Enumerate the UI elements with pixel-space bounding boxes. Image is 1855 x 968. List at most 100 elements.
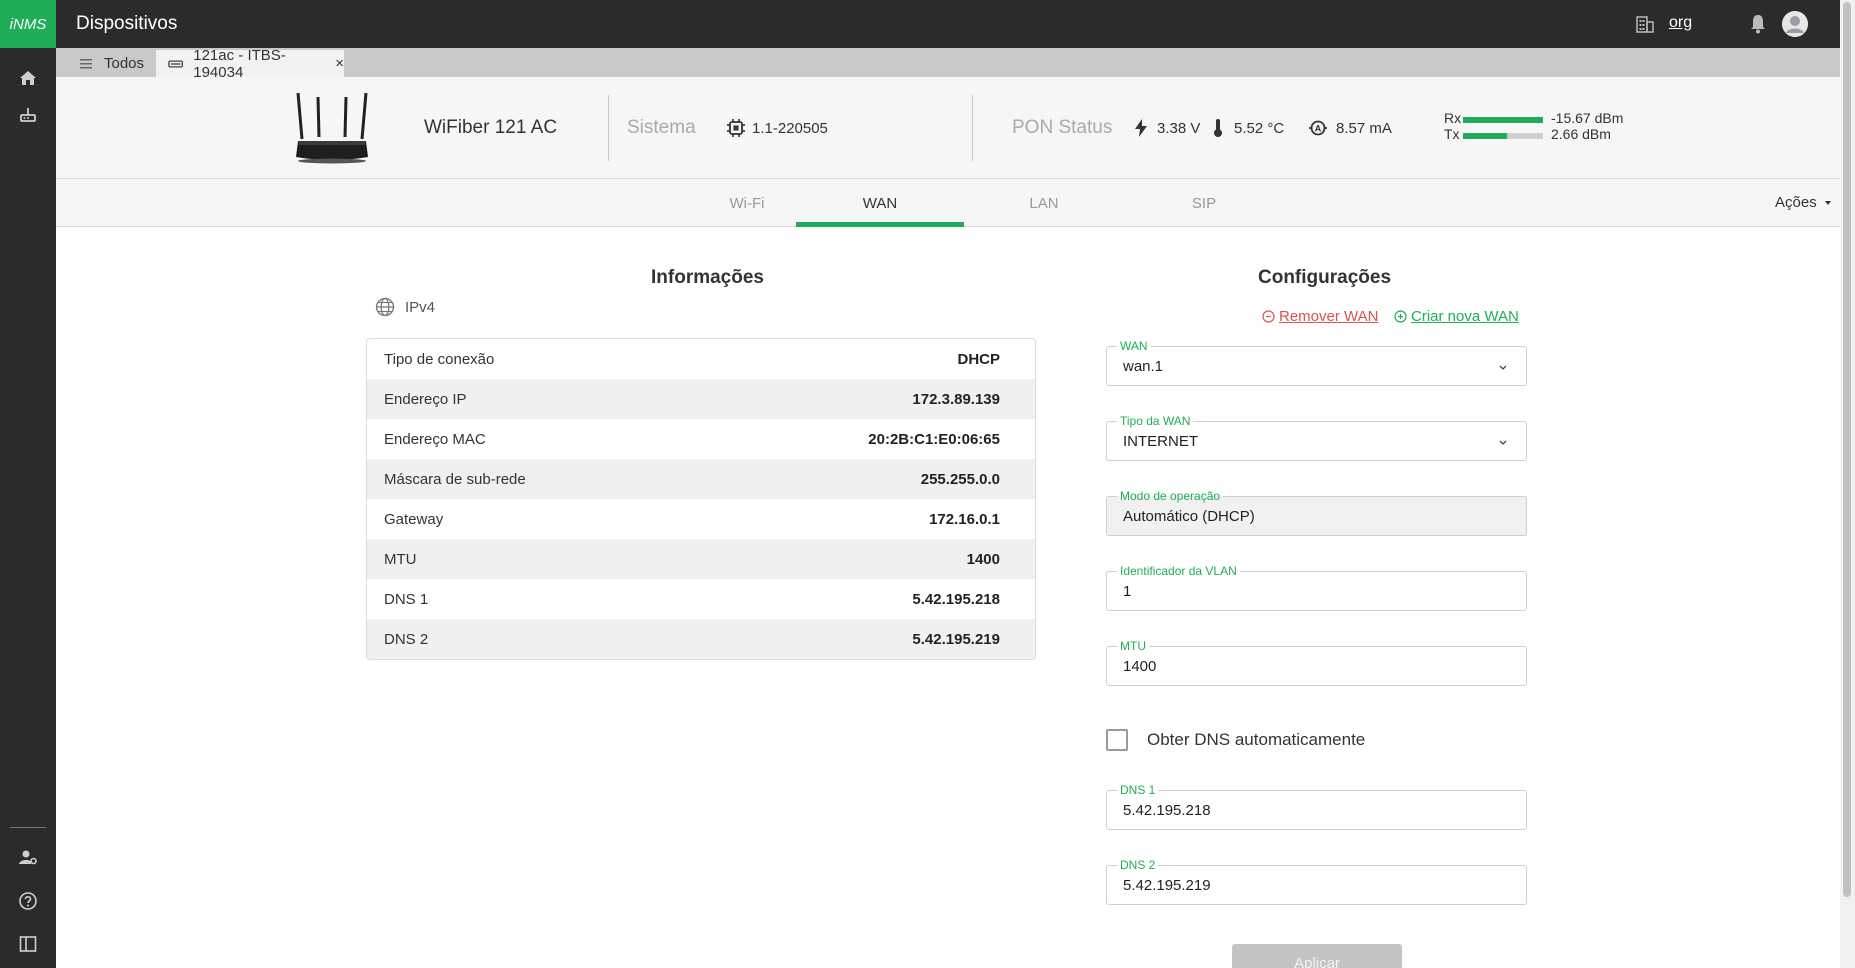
page-title: Dispositivos bbox=[76, 13, 178, 34]
firmware-version: 1.1-220505 bbox=[752, 120, 828, 137]
row-key: Gateway bbox=[384, 510, 444, 528]
device-icon bbox=[168, 59, 183, 68]
vlan-id-field[interactable]: Identificador da VLAN 1 bbox=[1106, 564, 1527, 611]
table-row: DNS 1 5.42.195.218 bbox=[367, 579, 1035, 619]
row-key: Tipo de conexão bbox=[384, 350, 495, 368]
dns2-field[interactable]: DNS 2 5.42.195.219 bbox=[1106, 858, 1527, 905]
active-tab-indicator bbox=[796, 222, 964, 227]
dns2-label: DNS 2 bbox=[1117, 858, 1159, 872]
page-scrollbar[interactable] bbox=[1840, 0, 1855, 968]
sidebar bbox=[0, 48, 56, 968]
table-row: Gateway 172.16.0.1 bbox=[367, 499, 1035, 539]
router-icon[interactable] bbox=[18, 104, 38, 124]
ipv4-label-row: IPv4 bbox=[375, 297, 435, 317]
user-icon bbox=[1782, 11, 1808, 37]
remove-wan-label: Remover WAN bbox=[1279, 308, 1379, 325]
device-header: WiFiber 121 AC Sistema 1.1-220505 PON St… bbox=[56, 77, 1840, 179]
row-value: 5.42.195.218 bbox=[912, 590, 1000, 608]
collapse-sidebar-icon[interactable] bbox=[18, 934, 38, 954]
sistema-label: Sistema bbox=[627, 117, 696, 138]
table-row: DNS 2 5.42.195.219 bbox=[367, 619, 1035, 659]
home-icon[interactable] bbox=[18, 68, 38, 88]
rx-value: -15.67 dBm bbox=[1551, 110, 1624, 126]
globe-icon bbox=[375, 297, 395, 317]
wan-select-label: WAN bbox=[1117, 339, 1151, 353]
row-value: 172.3.89.139 bbox=[912, 390, 1000, 408]
scrollbar-thumb[interactable] bbox=[1843, 2, 1851, 897]
vlan-id-value: 1 bbox=[1123, 583, 1132, 600]
device-model: WiFiber 121 AC bbox=[424, 117, 558, 138]
auto-dns-label: Obter DNS automaticamente bbox=[1147, 730, 1366, 749]
router-image bbox=[296, 92, 368, 164]
apply-button[interactable]: Aplicar bbox=[1232, 944, 1402, 968]
open-tabs-bar: Todos 121ac - ITBS-194034 × bbox=[56, 47, 1840, 81]
svg-text:A: A bbox=[1315, 124, 1322, 134]
auto-dns-checkbox[interactable] bbox=[1106, 729, 1128, 751]
thermometer-icon bbox=[1214, 119, 1222, 137]
auto-dns-row[interactable]: Obter DNS automaticamente bbox=[1106, 729, 1365, 751]
remove-wan-link[interactable]: Remover WAN bbox=[1262, 308, 1378, 325]
chip-icon bbox=[727, 119, 745, 137]
actions-menu-button[interactable]: Ações bbox=[1775, 194, 1831, 211]
close-icon[interactable]: × bbox=[335, 55, 344, 72]
dns2-value: 5.42.195.219 bbox=[1123, 877, 1211, 894]
row-key: Endereço MAC bbox=[384, 430, 486, 448]
tx-power-bar bbox=[1463, 133, 1543, 139]
row-key: DNS 2 bbox=[384, 630, 429, 648]
row-value: DHCP bbox=[957, 350, 1000, 368]
inms-logo[interactable]: iNMS bbox=[0, 0, 56, 48]
create-wan-link[interactable]: Criar nova WAN bbox=[1394, 308, 1519, 325]
tx-power-fill bbox=[1463, 133, 1507, 139]
operation-mode-label: Modo de operação bbox=[1117, 489, 1224, 503]
create-wan-label: Criar nova WAN bbox=[1411, 308, 1519, 325]
tab-all-devices[interactable]: Todos bbox=[66, 50, 161, 77]
tab-lan[interactable]: LAN bbox=[994, 195, 1094, 212]
list-icon bbox=[80, 58, 92, 68]
section-tabs: Wi-Fi WAN LAN SIP Ações bbox=[56, 179, 1840, 227]
tab-device-label: 121ac - ITBS-194034 bbox=[193, 46, 286, 81]
table-row: Endereço IP 172.3.89.139 bbox=[367, 379, 1035, 419]
wan-type-value: INTERNET bbox=[1123, 433, 1198, 450]
row-value: 20:2B:C1:E0:06:65 bbox=[868, 430, 1000, 448]
vlan-id-label: Identificador da VLAN bbox=[1117, 564, 1240, 578]
config-title: Configurações bbox=[1258, 267, 1392, 288]
ipv4-label: IPv4 bbox=[405, 298, 436, 316]
current-icon: A bbox=[1309, 120, 1327, 136]
tx-label: Tx bbox=[1444, 126, 1460, 142]
sidebar-divider bbox=[10, 827, 46, 828]
tab-device[interactable]: 121ac - ITBS-194034 × bbox=[156, 47, 344, 81]
rx-power-bar bbox=[1463, 117, 1543, 123]
building-icon bbox=[1636, 16, 1654, 33]
dns1-field[interactable]: DNS 1 5.42.195.218 bbox=[1106, 783, 1527, 830]
tab-sip[interactable]: SIP bbox=[1154, 195, 1254, 212]
table-row: Endereço MAC 20:2B:C1:E0:06:65 bbox=[367, 419, 1035, 459]
tab-wan[interactable]: WAN bbox=[830, 195, 930, 212]
wan-select-value: wan.1 bbox=[1123, 358, 1164, 375]
header-divider bbox=[972, 95, 973, 161]
mtu-field[interactable]: MTU 1400 bbox=[1106, 639, 1527, 686]
org-link[interactable]: org bbox=[1669, 14, 1692, 32]
operation-mode-field: Modo de operação Automático (DHCP) bbox=[1106, 489, 1527, 536]
rx-label: Rx bbox=[1444, 110, 1462, 126]
row-key: Máscara de sub-rede bbox=[384, 470, 526, 488]
bell-icon[interactable] bbox=[1749, 14, 1767, 34]
chevron-down-icon bbox=[1499, 365, 1507, 370]
wan-type-select[interactable]: Tipo da WAN INTERNET bbox=[1106, 414, 1527, 461]
help-icon[interactable] bbox=[18, 891, 38, 911]
plus-circle-icon bbox=[1394, 310, 1407, 323]
row-value: 1400 bbox=[966, 550, 1000, 568]
header-divider bbox=[608, 95, 609, 161]
dns1-label: DNS 1 bbox=[1117, 783, 1159, 797]
table-row: MTU 1400 bbox=[367, 539, 1035, 579]
tx-value: 2.66 dBm bbox=[1551, 126, 1611, 142]
user-avatar[interactable] bbox=[1782, 11, 1808, 37]
operation-mode-value: Automático (DHCP) bbox=[1123, 508, 1255, 525]
row-key: Endereço IP bbox=[384, 390, 467, 408]
actions-label: Ações bbox=[1775, 194, 1817, 211]
tab-wifi[interactable]: Wi-Fi bbox=[697, 195, 797, 212]
row-value: 255.255.0.0 bbox=[920, 470, 1000, 488]
user-settings-icon[interactable] bbox=[18, 847, 38, 867]
row-key: DNS 1 bbox=[384, 590, 429, 608]
dns1-value: 5.42.195.218 bbox=[1123, 802, 1211, 819]
wan-select[interactable]: WAN wan.1 bbox=[1106, 339, 1527, 386]
